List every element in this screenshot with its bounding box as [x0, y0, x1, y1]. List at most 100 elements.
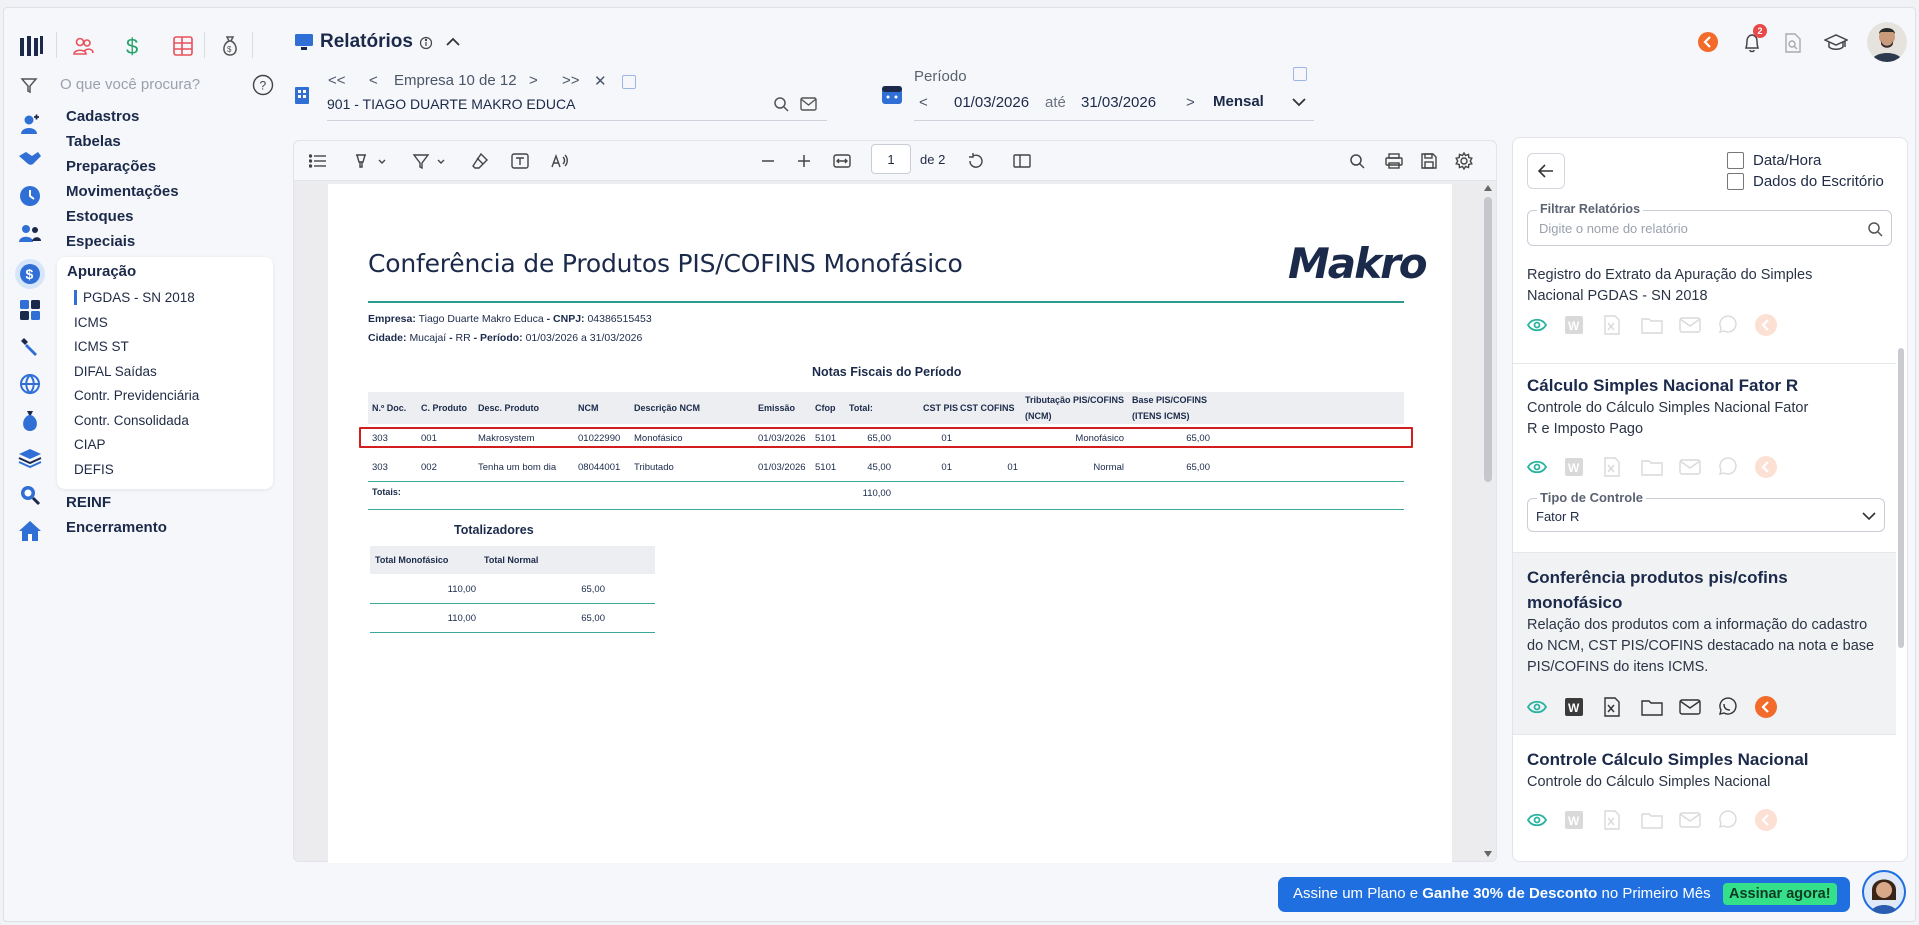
read-aloud-icon[interactable]	[550, 151, 570, 171]
submenu-item-icms[interactable]: ICMS	[74, 315, 108, 330]
folder-icon[interactable]	[1641, 314, 1679, 336]
send-orange-icon[interactable]	[1755, 456, 1793, 478]
prev-period-button[interactable]: <	[919, 94, 928, 111]
page-number-input[interactable]: 1	[871, 144, 911, 174]
tipo-controle-select[interactable]: Tipo de Controle Fator R	[1527, 490, 1885, 532]
document-search-icon[interactable]	[1784, 33, 1802, 53]
toc-icon[interactable]	[308, 151, 328, 171]
fit-width-icon[interactable]	[832, 151, 852, 171]
filter-icon[interactable]	[20, 76, 38, 94]
sidebar-item-cadastros[interactable]: Cadastros	[66, 108, 139, 125]
report-card-fator-r[interactable]: Cálculo Simples Nacional Fator R Control…	[1513, 364, 1896, 553]
view-icon[interactable]	[1527, 456, 1565, 478]
next-period-button[interactable]: >	[1186, 94, 1195, 111]
grid-icon[interactable]	[18, 298, 42, 322]
rotate-icon[interactable]	[966, 151, 986, 171]
reports-scrollbar[interactable]	[1898, 228, 1906, 848]
tools-icon[interactable]	[18, 335, 42, 359]
mail-icon[interactable]	[1679, 809, 1717, 831]
avatar[interactable]	[1867, 22, 1907, 62]
folder-icon[interactable]	[1641, 696, 1679, 718]
excel-icon[interactable]	[1603, 314, 1641, 336]
word-icon[interactable]: W	[1565, 456, 1603, 478]
table-icon[interactable]	[170, 33, 196, 59]
word-icon[interactable]: W	[1565, 809, 1603, 831]
app-logo-icon[interactable]	[18, 33, 44, 59]
scroll-up-icon[interactable]	[1484, 185, 1492, 191]
filter-placeholder[interactable]: Digite o nome do relatório	[1539, 221, 1688, 236]
view-icon[interactable]	[1527, 314, 1565, 336]
scroll-down-icon[interactable]	[1484, 851, 1492, 857]
back-button[interactable]	[1527, 153, 1565, 189]
datahora-checkbox[interactable]	[1727, 152, 1744, 169]
search-icon[interactable]	[18, 483, 42, 507]
excel-icon[interactable]	[1603, 696, 1641, 718]
sidebar-item-estoques[interactable]: Estoques	[66, 208, 134, 225]
mail-icon[interactable]	[1679, 456, 1717, 478]
zoom-out-icon[interactable]	[760, 151, 776, 171]
report-card-pgdas[interactable]: Registro do Extrato da Apuração do Simpl…	[1513, 257, 1896, 364]
draw-icon[interactable]	[411, 151, 449, 171]
sidebar-search-placeholder[interactable]: O que você procura?	[60, 76, 200, 93]
handshake-icon[interactable]	[18, 147, 42, 171]
chevron-up-icon[interactable]	[445, 35, 461, 49]
company-name[interactable]: 901 - TIAGO DUARTE MAKRO EDUCA	[327, 96, 575, 112]
send-orange-icon[interactable]	[1755, 314, 1793, 336]
viewer-scrollbar[interactable]	[1482, 183, 1494, 861]
print-icon[interactable]	[1384, 151, 1404, 171]
excel-icon[interactable]	[1603, 456, 1641, 478]
dollar-icon[interactable]: $	[120, 33, 146, 59]
next-company-button[interactable]: >	[529, 72, 538, 89]
settings-icon[interactable]	[1455, 151, 1473, 171]
sidebar-item-preparacoes[interactable]: Preparações	[66, 158, 156, 175]
clock-icon[interactable]	[18, 184, 42, 208]
layers-icon[interactable]	[18, 446, 42, 470]
assistant-avatar[interactable]	[1862, 870, 1906, 914]
sidebar-search[interactable]: O que você procura? ?	[20, 72, 275, 98]
home-icon[interactable]	[18, 519, 42, 543]
page-view-icon[interactable]	[1012, 151, 1032, 171]
filter-input[interactable]: Filtrar Relatórios Digite o nome do rela…	[1527, 202, 1892, 246]
datahora-label[interactable]: Data/Hora	[1753, 152, 1821, 169]
info-icon[interactable]	[419, 36, 433, 50]
sidebar-item-especiais[interactable]: Especiais	[66, 233, 135, 250]
escritorio-label[interactable]: Dados do Escritório	[1753, 173, 1884, 190]
users-icon[interactable]	[18, 222, 42, 246]
mail-icon[interactable]	[1679, 696, 1717, 718]
dollar-circle-icon[interactable]: $	[15, 259, 45, 289]
chevron-down-icon[interactable]	[1292, 97, 1306, 107]
calendar-icon[interactable]	[880, 82, 904, 106]
globe-icon[interactable]	[18, 372, 42, 396]
last-company-button[interactable]: >>	[562, 72, 580, 89]
submenu-item-ciap[interactable]: CIAP	[74, 437, 106, 452]
eraser-icon[interactable]	[470, 151, 490, 171]
money-bag-icon[interactable]	[18, 409, 42, 433]
graduation-cap-icon[interactable]	[1824, 33, 1848, 53]
folder-icon[interactable]	[1641, 456, 1679, 478]
submenu-item-defis[interactable]: DEFIS	[74, 462, 114, 477]
submenu-item-previdenciaria[interactable]: Contr. Previdenciária	[74, 388, 199, 403]
whatsapp-icon[interactable]	[1717, 456, 1755, 478]
zoom-in-icon[interactable]	[796, 151, 812, 171]
submenu-item-icms-st[interactable]: ICMS ST	[74, 339, 129, 354]
word-icon[interactable]: W	[1565, 696, 1603, 718]
word-icon[interactable]: W	[1565, 314, 1603, 336]
mail-icon[interactable]	[1679, 314, 1717, 336]
text-box-icon[interactable]	[510, 151, 530, 171]
date-from[interactable]: 01/03/2026	[954, 94, 1029, 111]
escritorio-checkbox[interactable]	[1727, 173, 1744, 190]
send-orange-icon[interactable]	[1755, 696, 1793, 718]
prev-company-button[interactable]: <	[369, 72, 378, 89]
period-checkbox[interactable]	[1293, 67, 1307, 81]
whatsapp-icon[interactable]	[1717, 314, 1755, 336]
mail-icon[interactable]	[800, 97, 817, 111]
search-icon[interactable]	[773, 96, 789, 112]
user-plus-icon[interactable]	[18, 113, 42, 137]
company-checkbox[interactable]	[622, 75, 636, 89]
submenu-title[interactable]: Apuração	[67, 263, 136, 280]
whatsapp-icon[interactable]	[1717, 809, 1755, 831]
sidebar-item-reinf[interactable]: REINF	[66, 494, 111, 511]
submenu-item-consolidada[interactable]: Contr. Consolidada	[74, 413, 189, 428]
chevron-down-icon[interactable]	[1862, 511, 1876, 521]
sidebar-item-encerramento[interactable]: Encerramento	[66, 519, 167, 536]
